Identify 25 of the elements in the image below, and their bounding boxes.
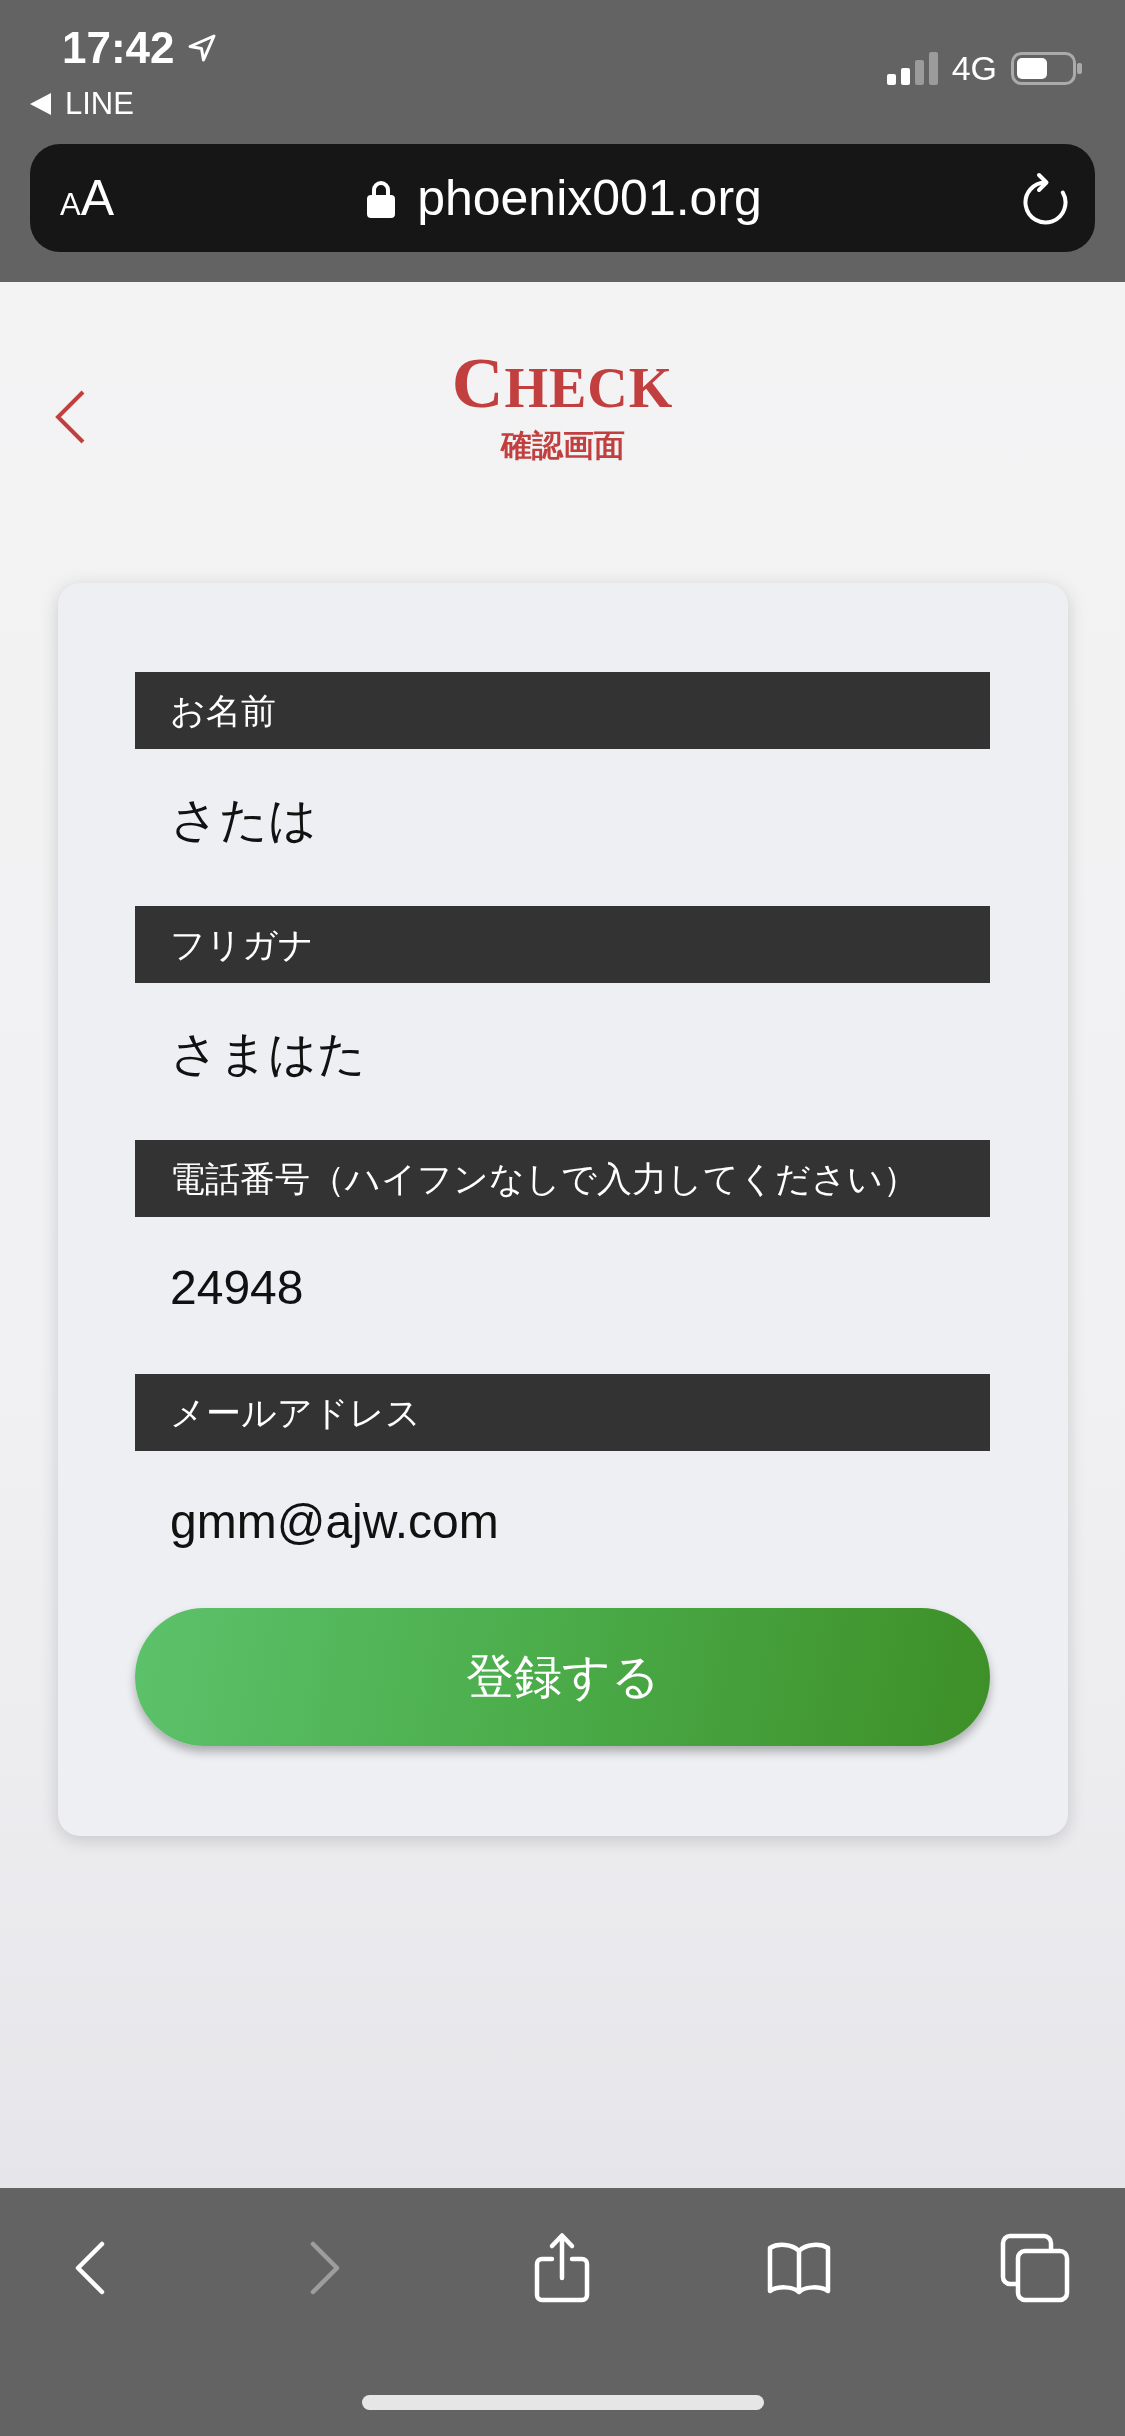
field-value: gmm@ajw.com xyxy=(169,1494,500,1550)
field-value: さたは xyxy=(169,792,318,848)
url-text[interactable]: phoenix001.org xyxy=(417,170,762,226)
field-label: 電話番号（ハイフンなしで入力してください） xyxy=(135,1140,990,1217)
back-triangle-icon[interactable] xyxy=(30,93,51,115)
back-app-link[interactable]: LINE xyxy=(65,88,134,120)
tabs-icon[interactable] xyxy=(999,2233,1070,2303)
reload-icon[interactable] xyxy=(1022,170,1069,226)
field-label: お名前 xyxy=(135,672,990,749)
back-chevron-icon[interactable] xyxy=(54,388,86,445)
field-value: 24948 xyxy=(169,1260,305,1316)
share-icon[interactable] xyxy=(533,2232,591,2304)
text-size-button[interactable]: AA xyxy=(60,173,115,223)
status-time: 17:42 xyxy=(62,26,175,70)
location-arrow-icon xyxy=(186,33,217,63)
field-value: さまはた xyxy=(169,1026,367,1082)
back-icon[interactable] xyxy=(74,2241,106,2295)
lock-icon xyxy=(367,178,396,218)
page-subtitle: 確認画面 xyxy=(500,427,625,464)
page-title: CHECK xyxy=(451,348,674,420)
signal-icon xyxy=(886,52,938,85)
battery-icon xyxy=(1011,52,1082,85)
field-label: フリガナ xyxy=(135,906,990,983)
network-label: 4G xyxy=(951,52,997,85)
field-label: メールアドレス xyxy=(135,1374,990,1451)
